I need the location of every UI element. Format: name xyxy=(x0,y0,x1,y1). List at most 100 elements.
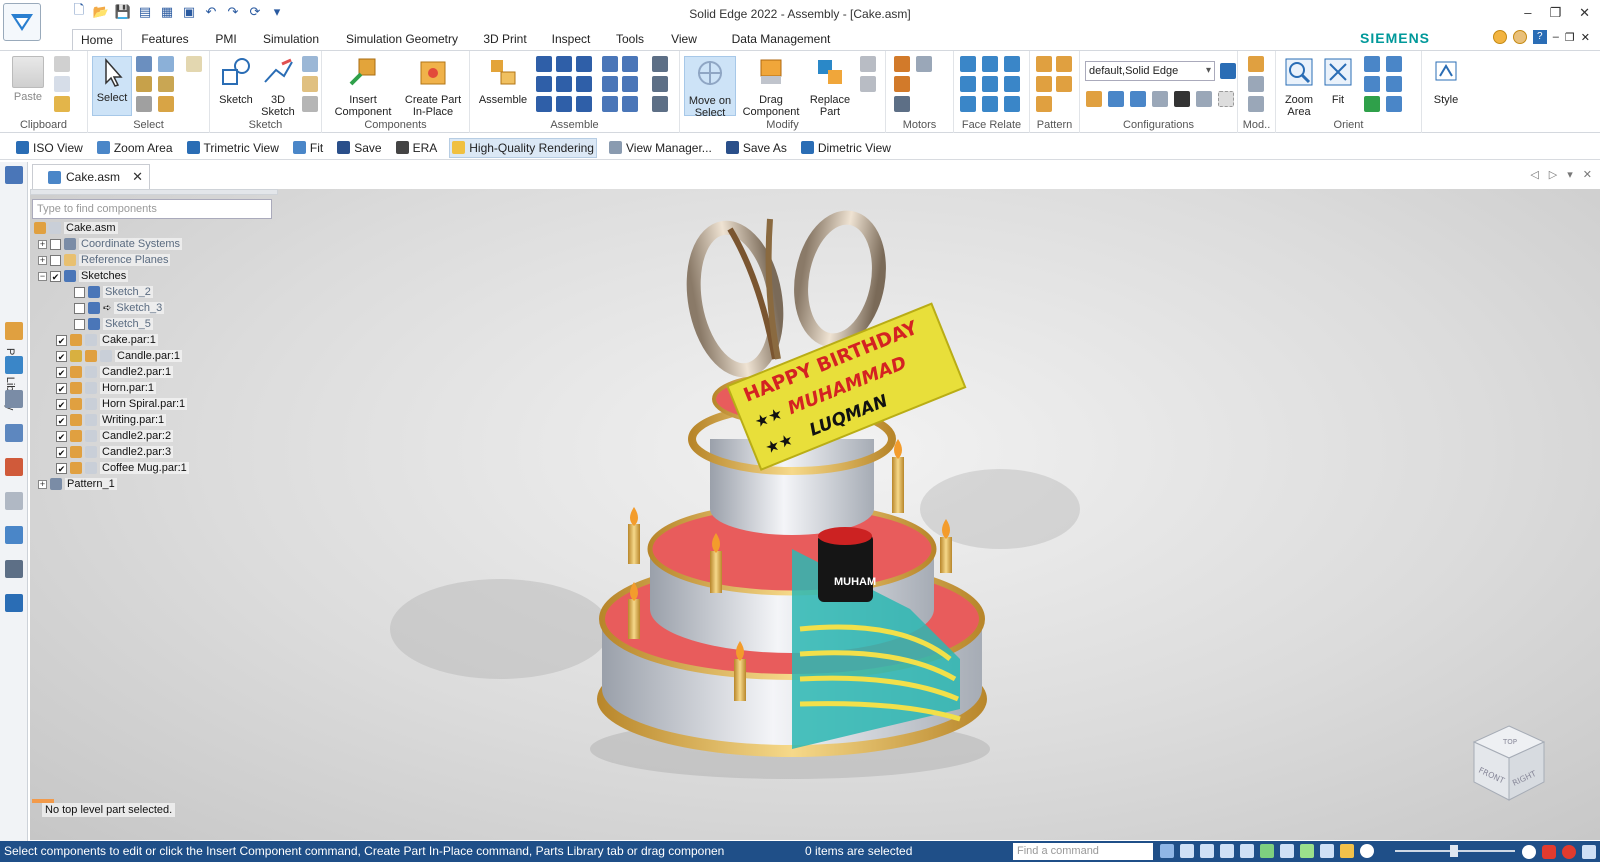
assemble-button[interactable]: Assemble xyxy=(476,56,530,106)
motor-icon-3[interactable] xyxy=(894,76,910,92)
face-relate-icon-9[interactable] xyxy=(1004,96,1020,112)
relate-icon-17[interactable] xyxy=(652,76,668,92)
tab-list-icon[interactable]: ▾ xyxy=(1567,168,1573,181)
relate-icon-14[interactable] xyxy=(602,96,618,112)
minimize-icon[interactable]: – xyxy=(1524,5,1531,21)
navigation-cube[interactable]: TOP FRONT RIGHT xyxy=(1470,722,1548,804)
visibility-checkbox[interactable] xyxy=(74,286,85,298)
visibility-checkbox[interactable]: ✔ xyxy=(56,350,67,362)
motor-icon-1[interactable] xyxy=(894,56,910,72)
tree-item-candle-par[interactable]: ✔ Candle.par:1 xyxy=(56,348,182,364)
customize-icon[interactable]: ▾ xyxy=(268,3,286,21)
visibility-checkbox[interactable] xyxy=(50,238,61,250)
pattern-icon-4[interactable] xyxy=(1056,76,1072,92)
tree-item-writing-par[interactable]: ✔ Writing.par:1 xyxy=(56,412,167,428)
tree-item-candle2-par-3[interactable]: ✔ Candle2.par:3 xyxy=(56,444,174,460)
config-icon-1[interactable] xyxy=(1086,91,1102,107)
tree-item-horn-par[interactable]: ✔ Horn.par:1 xyxy=(56,380,156,396)
mod-icon-3[interactable] xyxy=(1248,96,1264,112)
relate-icon-7[interactable] xyxy=(536,96,552,112)
zoom-out-icon[interactable] xyxy=(1360,844,1374,858)
find-command-input[interactable]: Find a command xyxy=(1013,843,1153,860)
face-relate-icon-4[interactable] xyxy=(960,76,976,92)
zoom-icon[interactable] xyxy=(1364,56,1380,72)
config-manager-icon[interactable] xyxy=(1220,63,1236,79)
face-relate-icon-6[interactable] xyxy=(1004,76,1020,92)
parts-library-tab-icon[interactable] xyxy=(5,166,23,184)
link-tab-icon[interactable] xyxy=(5,492,23,510)
dimetric-view-button[interactable]: Dimetric View xyxy=(799,138,893,158)
tab-pmi[interactable]: PMI xyxy=(207,29,245,51)
tab-tools[interactable]: Tools xyxy=(607,29,653,51)
restore-icon[interactable]: ❐ xyxy=(1549,5,1561,21)
sketch-tool-2-icon[interactable] xyxy=(302,76,318,92)
relate-icon-4[interactable] xyxy=(536,76,552,92)
relate-icon-2[interactable] xyxy=(556,56,572,72)
restore-doc-icon[interactable]: ❐ xyxy=(1565,31,1575,44)
face-relate-icon-3[interactable] xyxy=(1004,56,1020,72)
spin-icon[interactable] xyxy=(1364,96,1380,112)
document-tab-cake[interactable]: Cake.asm ✕ xyxy=(32,164,150,190)
undo-icon[interactable]: ↶ xyxy=(202,3,220,21)
features-tab-icon[interactable] xyxy=(5,424,23,442)
tree-item-sketch-2[interactable]: Sketch_2 xyxy=(74,284,153,300)
high-quality-rendering-button[interactable]: High-Quality Rendering xyxy=(449,137,597,158)
feedback-frown-icon[interactable] xyxy=(1512,30,1527,44)
pathfinder-tab-icon[interactable] xyxy=(5,322,23,340)
create-part-in-place-button[interactable]: Create Part In-Place xyxy=(400,56,466,118)
go-arrow-icon[interactable] xyxy=(1160,844,1174,858)
visibility-checkbox[interactable] xyxy=(50,254,61,266)
tab-simulation[interactable]: Simulation xyxy=(256,29,326,51)
pattern-icon-1[interactable] xyxy=(1036,56,1052,72)
modify-tool-1-icon[interactable] xyxy=(860,56,876,72)
status-zoom-icon[interactable] xyxy=(1200,844,1214,858)
collapse-icon[interactable]: − xyxy=(38,271,47,281)
select-parts-icon[interactable] xyxy=(158,96,174,112)
visibility-checkbox[interactable]: ✔ xyxy=(56,446,67,458)
tab-inspect[interactable]: Inspect xyxy=(545,29,597,51)
close-all-icon[interactable]: ✕ xyxy=(1583,168,1592,181)
tab-3d-print[interactable]: 3D Print xyxy=(477,29,533,51)
sketch-tool-3-icon[interactable] xyxy=(302,96,318,112)
tab-simulation-geometry[interactable]: Simulation Geometry xyxy=(338,29,466,51)
expand-icon[interactable]: + xyxy=(38,239,47,249)
select-box-icon[interactable] xyxy=(136,76,152,92)
status-orient-icon[interactable] xyxy=(1280,844,1294,858)
color-tab-icon[interactable] xyxy=(5,458,23,476)
relate-icon-10[interactable] xyxy=(602,56,618,72)
relate-icon-8[interactable] xyxy=(556,96,572,112)
zoom-slider-thumb[interactable] xyxy=(1450,845,1458,857)
select-similar-icon[interactable] xyxy=(158,76,174,92)
config-icon-3[interactable] xyxy=(1130,91,1146,107)
close-doc-icon[interactable]: ✕ xyxy=(1581,31,1590,44)
tree-item-cake-par[interactable]: ✔ Cake.par:1 xyxy=(56,332,158,348)
print-icon[interactable]: ▣ xyxy=(180,3,198,21)
help-tab-icon[interactable] xyxy=(5,356,23,374)
select-group-icon[interactable] xyxy=(158,56,174,72)
visibility-checkbox[interactable]: ✔ xyxy=(56,462,67,474)
relate-icon-12[interactable] xyxy=(602,76,618,92)
pathfinder-grip[interactable] xyxy=(30,189,278,195)
layers-tab-icon[interactable] xyxy=(5,390,23,408)
settings-tab-icon[interactable] xyxy=(5,594,23,612)
visibility-checkbox[interactable] xyxy=(74,318,85,330)
tab-data-management[interactable]: Data Management xyxy=(716,29,846,51)
tab-prev-icon[interactable]: ◁ xyxy=(1530,168,1538,181)
view-orient-icon[interactable] xyxy=(1386,76,1402,92)
move-on-select-button[interactable]: Move on Select xyxy=(684,56,736,119)
record-icon[interactable] xyxy=(1562,845,1576,859)
properties-icon[interactable]: ▦ xyxy=(158,3,176,21)
tab-home[interactable]: Home xyxy=(72,29,122,51)
tree-item-pattern-1[interactable]: + Pattern_1 xyxy=(38,476,117,492)
tree-item-coffee-mug-par[interactable]: ✔ Coffee Mug.par:1 xyxy=(56,460,189,476)
help-icon[interactable]: ? xyxy=(1532,30,1547,44)
relate-icon-5[interactable] xyxy=(556,76,572,92)
motor-icon-2[interactable] xyxy=(916,56,932,72)
tab-view[interactable]: View xyxy=(664,29,704,51)
tab-features[interactable]: Features xyxy=(133,29,197,51)
pattern-icon-5[interactable] xyxy=(1036,96,1052,112)
tree-item-sketches[interactable]: − ✔ Sketches xyxy=(38,268,129,284)
status-select-icon[interactable] xyxy=(1340,844,1354,858)
format-painter-icon[interactable] xyxy=(54,96,70,112)
tree-item-cake-asm[interactable]: Cake.asm xyxy=(34,220,118,236)
